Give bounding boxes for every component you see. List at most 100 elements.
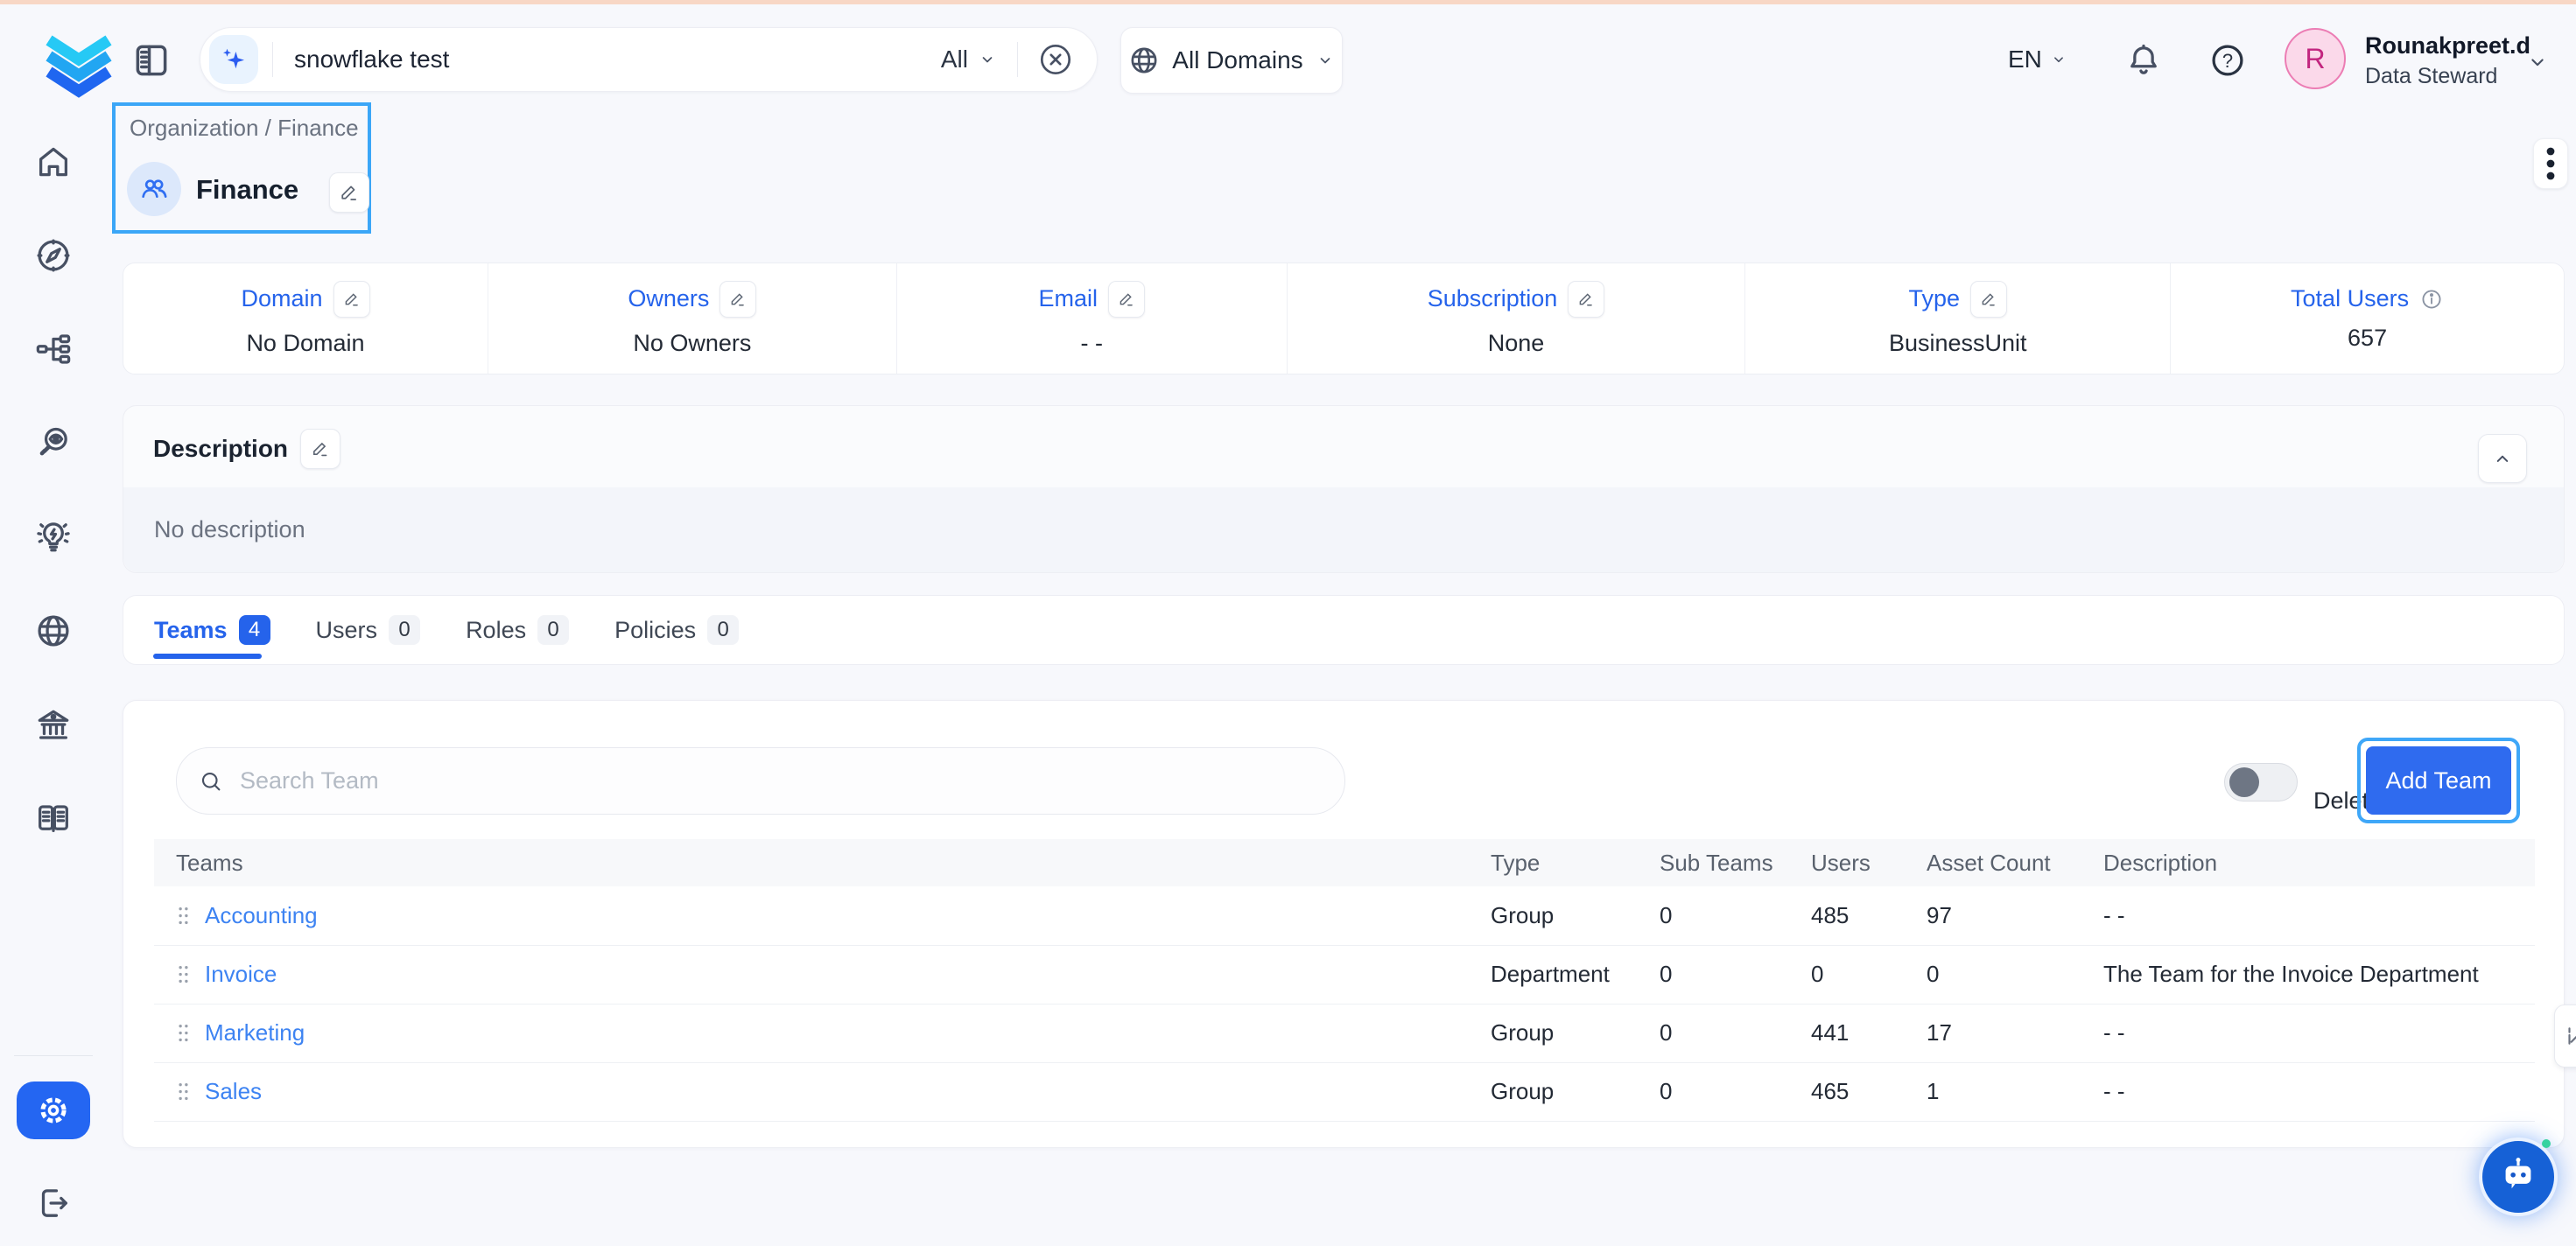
teams-panel: Deleted Add Team Teams Type Sub Teams Us… xyxy=(123,700,2565,1148)
team-name-link[interactable]: Sales xyxy=(205,1078,262,1105)
drag-handle-icon[interactable] xyxy=(176,962,191,986)
cell-type: Department xyxy=(1491,961,1660,988)
cell-sub-teams: 0 xyxy=(1660,902,1811,929)
search-divider xyxy=(1017,42,1018,77)
sidebar-toggle-icon[interactable] xyxy=(130,38,173,82)
user-avatar[interactable]: R xyxy=(2285,28,2346,89)
field-label[interactable]: Email xyxy=(1038,285,1098,312)
edit-email-button[interactable] xyxy=(1108,281,1145,318)
sidebar-item-insights[interactable] xyxy=(33,516,74,556)
sidebar-item-explore[interactable] xyxy=(33,235,74,276)
notifications-bell-icon[interactable] xyxy=(2123,40,2164,80)
tab-label: Roles xyxy=(466,617,526,644)
tab-label: Users xyxy=(316,617,378,644)
tab-roles[interactable]: Roles 0 xyxy=(466,615,569,645)
col-header-users[interactable]: Users xyxy=(1811,850,1927,877)
field-label[interactable]: Subscription xyxy=(1428,285,1558,312)
pencil-icon xyxy=(1117,290,1136,309)
domains-filter-dropdown[interactable]: All Domains xyxy=(1120,27,1343,94)
cell-sub-teams: 0 xyxy=(1660,1019,1811,1046)
add-team-button[interactable]: Add Team xyxy=(2366,746,2511,815)
sidebar-item-settings[interactable] xyxy=(17,1082,90,1139)
help-icon[interactable]: ? xyxy=(2207,40,2248,80)
col-header-type[interactable]: Type xyxy=(1491,850,1660,877)
active-tab-underline xyxy=(153,654,262,659)
cell-asset-count: 97 xyxy=(1927,902,2103,929)
collapse-description-button[interactable] xyxy=(2478,434,2527,483)
col-header-teams[interactable]: Teams xyxy=(154,850,1491,877)
tab-users[interactable]: Users 0 xyxy=(316,615,421,645)
app-logo xyxy=(35,18,123,98)
drag-handle-icon[interactable] xyxy=(176,1021,191,1045)
add-team-highlight-ring: Add Team xyxy=(2357,738,2520,823)
entity-info-card: Domain No Domain Owners No Owners Email … xyxy=(123,262,2565,374)
user-role: Data Steward xyxy=(2365,63,2530,89)
tab-label: Policies xyxy=(614,617,696,644)
description-panel: Description No description xyxy=(123,405,2565,573)
field-label[interactable]: Domain xyxy=(241,285,322,312)
cell-description: - - xyxy=(2103,902,2535,929)
drag-handle-icon[interactable] xyxy=(176,1080,191,1103)
chevron-down-icon xyxy=(977,49,998,70)
more-actions-button[interactable] xyxy=(2533,138,2568,189)
globe-icon xyxy=(1127,44,1161,77)
search-scope-value: All xyxy=(941,46,968,74)
drag-handle-icon[interactable] xyxy=(176,904,191,928)
user-menu-chevron-icon[interactable] xyxy=(2524,49,2551,75)
sidebar-item-logout[interactable] xyxy=(33,1183,74,1223)
field-value: 657 xyxy=(2348,325,2387,352)
description-empty-text: No description xyxy=(154,516,305,543)
user-menu[interactable]: Rounakpreet.d Data Steward xyxy=(2365,32,2530,89)
edit-type-button[interactable] xyxy=(1970,281,2007,318)
col-header-asset-count[interactable]: Asset Count xyxy=(1927,850,2103,877)
col-header-sub-teams[interactable]: Sub Teams xyxy=(1660,850,1811,877)
sidebar-item-discovery[interactable] xyxy=(33,423,74,463)
field-value: - - xyxy=(1080,330,1102,357)
global-search-input[interactable] xyxy=(292,45,922,74)
clear-search-icon[interactable] xyxy=(1035,39,1076,80)
sidebar-item-hierarchy[interactable] xyxy=(33,329,74,369)
sidebar-item-global[interactable] xyxy=(33,611,74,651)
table-row: Marketing Group 0 441 17 - - xyxy=(154,1004,2535,1063)
team-search-input[interactable] xyxy=(238,766,1344,795)
svg-text:?: ? xyxy=(2222,50,2233,72)
pencil-icon xyxy=(1576,290,1596,309)
search-divider xyxy=(272,42,273,77)
info-field-email: Email - - xyxy=(897,263,1288,374)
edit-title-button[interactable] xyxy=(329,172,369,213)
field-label[interactable]: Type xyxy=(1908,285,1960,312)
avatar-initial: R xyxy=(2305,43,2325,75)
tab-policies[interactable]: Policies 0 xyxy=(614,615,739,645)
edit-subscription-button[interactable] xyxy=(1568,281,1604,318)
language-selector[interactable]: EN xyxy=(2008,46,2068,74)
pencil-icon xyxy=(338,181,361,204)
cell-description: - - xyxy=(2103,1078,2535,1105)
team-name-link[interactable]: Marketing xyxy=(205,1019,305,1046)
team-name-link[interactable]: Accounting xyxy=(205,902,318,929)
field-label[interactable]: Owners xyxy=(628,285,709,312)
global-search-bar[interactable]: All xyxy=(200,27,1098,92)
pencil-icon xyxy=(2564,1025,2576,1047)
deleted-toggle[interactable] xyxy=(2224,763,2298,802)
team-name-link[interactable]: Invoice xyxy=(205,961,277,988)
edit-description-button[interactable] xyxy=(300,429,340,469)
col-header-description[interactable]: Description xyxy=(2103,850,2535,877)
sidebar-item-governance[interactable] xyxy=(33,704,74,745)
tab-label: Teams xyxy=(154,617,228,644)
pencil-icon xyxy=(342,290,361,309)
breadcrumb[interactable]: Organization / Finance xyxy=(130,115,359,142)
pencil-icon xyxy=(310,438,331,459)
sidebar-item-home[interactable] xyxy=(33,142,74,182)
entity-header-highlight-box: Organization / Finance Finance xyxy=(112,102,371,234)
edit-owners-button[interactable] xyxy=(719,281,756,318)
table-row: Sales Group 0 465 1 - - xyxy=(154,1062,2535,1122)
team-search-field[interactable] xyxy=(176,747,1345,815)
chatbot-button[interactable] xyxy=(2479,1138,2558,1216)
sidebar-item-glossary[interactable] xyxy=(33,798,74,838)
info-field-total-users: Total Users 657 xyxy=(2171,263,2564,374)
sidebar-divider xyxy=(14,1055,93,1056)
edit-domain-button[interactable] xyxy=(333,281,370,318)
info-icon[interactable] xyxy=(2419,287,2444,312)
search-scope-dropdown[interactable]: All xyxy=(941,46,998,74)
tab-teams[interactable]: Teams 4 xyxy=(154,615,270,645)
